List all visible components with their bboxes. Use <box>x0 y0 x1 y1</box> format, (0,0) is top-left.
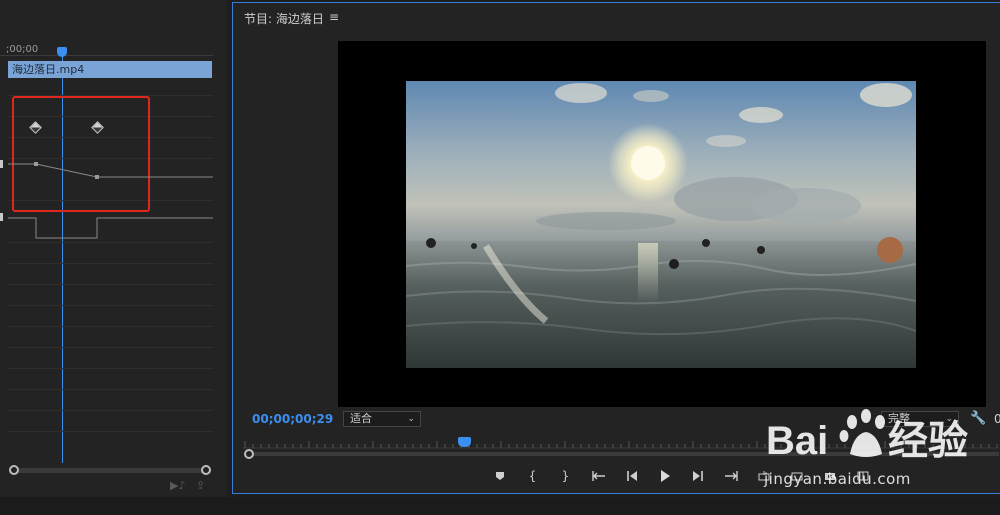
scroll-handle-right[interactable] <box>201 465 211 475</box>
monitor-zoom-scrollbar[interactable] <box>249 452 999 456</box>
track-divider <box>8 368 213 369</box>
step-forward-icon[interactable] <box>681 466 714 486</box>
scroll-handle-left[interactable] <box>9 465 19 475</box>
go-to-in-icon[interactable] <box>582 466 615 486</box>
camera-icon[interactable] <box>813 466 846 486</box>
track-divider <box>8 347 213 348</box>
zoom-fit-value: 适合 <box>350 412 372 425</box>
track-divider <box>8 263 213 264</box>
mark-in-icon[interactable]: { <box>516 466 549 486</box>
wrench-icon[interactable]: 🔧 <box>970 411 986 426</box>
panel-title[interactable]: 节目: 海边落日 <box>244 10 324 27</box>
extra-value: 0 <box>994 412 1000 426</box>
track-divider <box>8 326 213 327</box>
go-to-out-icon[interactable] <box>714 466 747 486</box>
zoom-fit-select[interactable]: 适合 ⌄ <box>343 411 421 427</box>
video-frame <box>406 81 916 368</box>
effect-controls-timeline: ;00;00 海边落日.mp4 ▶♪ ⇪ <box>0 0 226 497</box>
transport-controls: { } <box>483 466 879 486</box>
extract-icon[interactable] <box>780 466 813 486</box>
track-divider <box>8 389 213 390</box>
track-divider <box>8 431 213 432</box>
sunset-scene-image <box>406 81 916 368</box>
mark-out-icon[interactable]: } <box>549 466 582 486</box>
program-monitor: 节目: 海边落日 ≡ 00;00;00;29 适合 ⌄ 完整 ⌄ 🔧 0 {} <box>232 2 1000 494</box>
compare-icon[interactable] <box>846 466 879 486</box>
step-back-icon[interactable] <box>615 466 648 486</box>
video-canvas[interactable] <box>338 41 986 407</box>
track-divider <box>8 410 213 411</box>
playback-resolution-select[interactable]: 完整 ⌄ <box>881 411 959 427</box>
timeline-scrollbar[interactable] <box>14 468 206 473</box>
time-ruler[interactable] <box>0 55 213 56</box>
playhead-handle[interactable] <box>57 47 67 57</box>
scroll-handle-left[interactable] <box>244 449 254 459</box>
value-graph[interactable] <box>0 150 226 245</box>
bottom-status-strip <box>0 497 1000 515</box>
graph-point <box>34 162 38 166</box>
chevron-down-icon: ⌄ <box>407 414 415 424</box>
clip-bar[interactable]: 海边落日.mp4 <box>8 61 212 78</box>
graph-point <box>95 175 99 179</box>
chevron-down-icon: ⌄ <box>945 414 953 424</box>
track-divider <box>8 305 213 306</box>
track-divider <box>8 284 213 285</box>
hamburger-icon[interactable]: ≡ <box>329 10 339 24</box>
value-curve <box>8 163 213 178</box>
current-timecode[interactable]: 00;00;00;29 <box>252 412 333 426</box>
clip-name: 海边落日.mp4 <box>12 63 85 76</box>
marker-icon[interactable] <box>483 466 516 486</box>
monitor-playhead[interactable] <box>458 437 471 447</box>
monitor-time-ruler[interactable] <box>243 441 999 449</box>
ruler-timecode: ;00;00 <box>6 44 39 55</box>
export-icon[interactable]: ⇪ <box>196 479 205 492</box>
audio-scrub-icon[interactable]: ▶♪ <box>170 479 185 492</box>
velocity-curve <box>8 217 213 239</box>
playback-resolution-value: 完整 <box>888 412 910 425</box>
lift-icon[interactable] <box>747 466 780 486</box>
play-icon[interactable] <box>648 466 681 486</box>
